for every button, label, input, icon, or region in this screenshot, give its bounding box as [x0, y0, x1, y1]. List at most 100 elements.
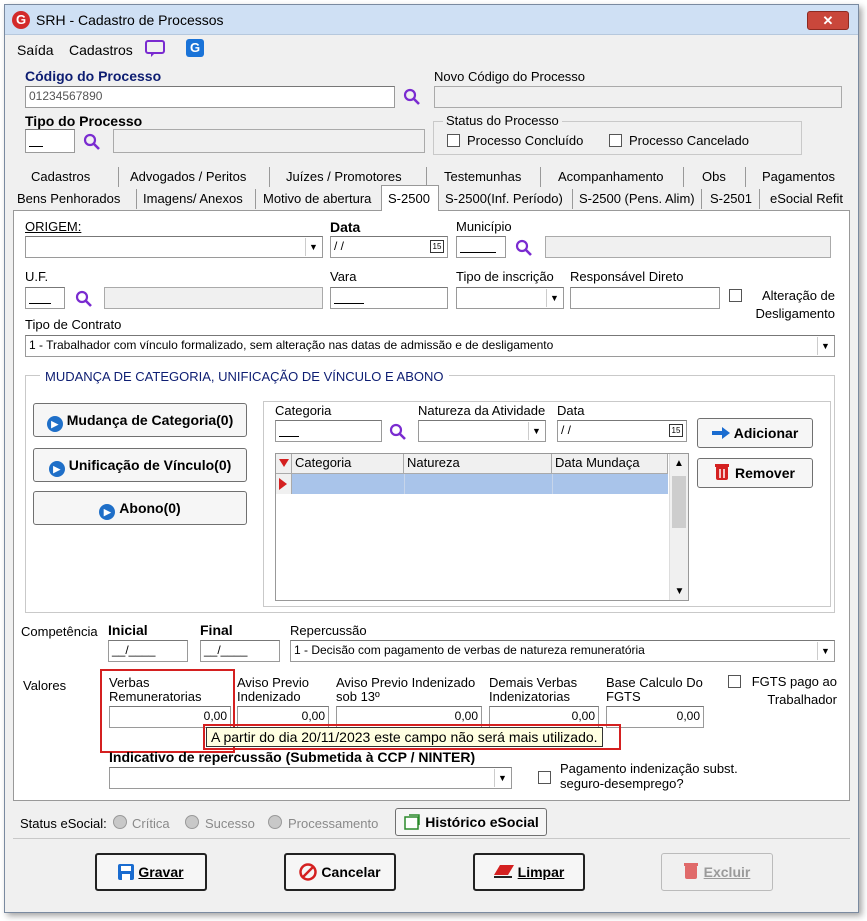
- adicionar-button[interactable]: Adicionar: [697, 418, 813, 448]
- sort-triangle-icon: [279, 459, 289, 467]
- excluir-button: Excluir: [661, 853, 773, 891]
- tab-s2500-inf[interactable]: S-2500(Inf. Período): [445, 191, 563, 206]
- uf-desc: [104, 287, 323, 309]
- sucesso-label: Sucesso: [205, 816, 255, 831]
- play-icon: ▶: [99, 504, 116, 520]
- inicial-input[interactable]: __/____: [108, 640, 188, 662]
- play-icon: ▶: [48, 461, 65, 477]
- trash-icon: [683, 863, 698, 879]
- tab-pagamentos[interactable]: Pagamentos: [762, 169, 835, 184]
- search-icon[interactable]: [515, 239, 533, 257]
- tab-acompanhamento[interactable]: Acompanhamento: [558, 169, 664, 184]
- tab-obs[interactable]: Obs: [702, 169, 726, 184]
- app-logo-icon: G: [12, 11, 30, 29]
- chat-icon[interactable]: [145, 40, 165, 58]
- indicativo-select[interactable]: ▼: [109, 767, 512, 789]
- categoria-label: Categoria: [275, 403, 332, 418]
- search-icon[interactable]: [403, 88, 421, 106]
- alteracao-label: Alteração de Desligamento: [755, 288, 836, 321]
- tipo-processo-label: Tipo do Processo: [25, 113, 143, 129]
- app-window: G SRH - Cadastro de Processos ✕ Saída Ca…: [4, 4, 859, 913]
- data-label: Data: [330, 219, 361, 235]
- fgts-checkbox[interactable]: [728, 675, 741, 688]
- save-icon: [118, 864, 135, 880]
- close-button[interactable]: ✕: [807, 11, 849, 30]
- cancelado-label: Processo Cancelado: [629, 133, 749, 148]
- tipo-contrato-select[interactable]: 1 - Trabalhador com vínculo formalizado,…: [25, 335, 835, 357]
- concluido-checkbox[interactable]: [447, 134, 460, 147]
- abono-button[interactable]: ▶ Abono(0): [33, 491, 247, 525]
- historico-esocial-button[interactable]: Histórico eSocial: [395, 808, 547, 836]
- origem-select[interactable]: ▼: [25, 236, 323, 258]
- grid-scrollbar[interactable]: ▲ ▼: [669, 454, 688, 600]
- tab-s2500-active[interactable]: S-2500: [381, 185, 439, 212]
- final-label: Final: [200, 622, 233, 638]
- mudanca-data-label: Data: [557, 403, 585, 418]
- arrow-right-icon: [711, 427, 730, 439]
- pagamento-checkbox[interactable]: [538, 771, 551, 784]
- remover-button[interactable]: Remover: [697, 458, 813, 488]
- tab-testemunhas[interactable]: Testemunhas: [444, 169, 521, 184]
- scroll-up-icon[interactable]: ▲: [670, 458, 688, 469]
- uf-label: U.F.: [25, 269, 49, 284]
- search-icon[interactable]: [83, 133, 101, 151]
- aviso-label: Aviso Previo Indenizado: [237, 675, 310, 704]
- critica-label: Crítica: [132, 816, 170, 831]
- tab-s2501[interactable]: S-2501: [710, 191, 752, 206]
- codigo-input[interactable]: 01234567890: [25, 86, 395, 108]
- final-input[interactable]: __/____: [200, 640, 280, 662]
- scroll-down-icon[interactable]: ▼: [670, 586, 689, 597]
- grid-col-natureza[interactable]: Natureza: [404, 454, 552, 474]
- uf-code[interactable]: [25, 287, 65, 309]
- trash-icon: [715, 464, 730, 480]
- repercussao-select[interactable]: 1 - Decisão com pagamento de verbas de n…: [290, 640, 835, 662]
- g-app-icon[interactable]: G: [186, 39, 204, 57]
- mudanca-data-input[interactable]: / /15: [557, 420, 687, 442]
- natureza-select[interactable]: ▼: [418, 420, 546, 442]
- menu-saida[interactable]: Saída: [17, 42, 54, 58]
- tab-juizes[interactable]: Juízes / Promotores: [286, 169, 402, 184]
- table-row[interactable]: [292, 474, 668, 494]
- alteracao-checkbox[interactable]: [729, 289, 742, 302]
- sucesso-radio: [185, 815, 199, 829]
- window-title: SRH - Cadastro de Processos: [36, 12, 224, 28]
- tipo-processo-code[interactable]: [25, 129, 75, 153]
- vara-input[interactable]: [330, 287, 448, 309]
- menu-cadastros[interactable]: Cadastros: [69, 42, 133, 58]
- tab-s2500-pens[interactable]: S-2500 (Pens. Alim): [579, 191, 695, 206]
- mudanca-categoria-button[interactable]: ▶ Mudança de Categoria(0): [33, 403, 247, 437]
- valores-label: Valores: [23, 678, 67, 693]
- tab-advogados[interactable]: Advogados / Peritos: [130, 169, 246, 184]
- cancelado-checkbox[interactable]: [609, 134, 622, 147]
- municipio-code[interactable]: [456, 236, 506, 258]
- grid-col-categoria[interactable]: Categoria: [292, 454, 404, 474]
- grid-col-data[interactable]: Data Mundaça: [552, 454, 668, 474]
- repercussao-label: Repercussão: [290, 623, 367, 638]
- play-icon: ▶: [46, 416, 63, 432]
- unificacao-vinculo-button[interactable]: ▶ Unificação de Vínculo(0): [33, 448, 247, 482]
- tab-motivo[interactable]: Motivo de abertura: [263, 191, 371, 206]
- tab-esocial-refit[interactable]: eSocial Refit: [770, 191, 843, 206]
- cancelar-button[interactable]: Cancelar: [284, 853, 396, 891]
- search-icon[interactable]: [389, 423, 407, 441]
- municipio-label: Município: [456, 219, 512, 234]
- scroll-thumb[interactable]: [672, 476, 686, 528]
- responsavel-label: Responsável Direto: [570, 269, 684, 284]
- tipo-inscricao-select[interactable]: ▼: [456, 287, 564, 309]
- tab-imagens[interactable]: Imagens/ Anexos: [143, 191, 243, 206]
- search-icon[interactable]: [75, 290, 93, 308]
- municipio-desc: [545, 236, 831, 258]
- tab-s2500[interactable]: S-2500: [388, 191, 430, 206]
- categoria-code[interactable]: [275, 420, 382, 442]
- tab-cadastros[interactable]: Cadastros: [31, 169, 90, 184]
- demais-label: Demais Verbas Indenizatorias: [489, 675, 578, 704]
- responsavel-input[interactable]: [570, 287, 720, 309]
- tab-bens-penhorados[interactable]: Bens Penhorados: [17, 191, 120, 206]
- concluido-label: Processo Concluído: [467, 133, 584, 148]
- codigo-label: Código do Processo: [25, 68, 162, 84]
- competencia-label: Competência: [21, 624, 98, 639]
- title-bar: G SRH - Cadastro de Processos ✕: [5, 5, 858, 35]
- limpar-button[interactable]: Limpar: [473, 853, 585, 891]
- data-input[interactable]: / /15: [330, 236, 448, 258]
- gravar-button[interactable]: Gravar: [95, 853, 207, 891]
